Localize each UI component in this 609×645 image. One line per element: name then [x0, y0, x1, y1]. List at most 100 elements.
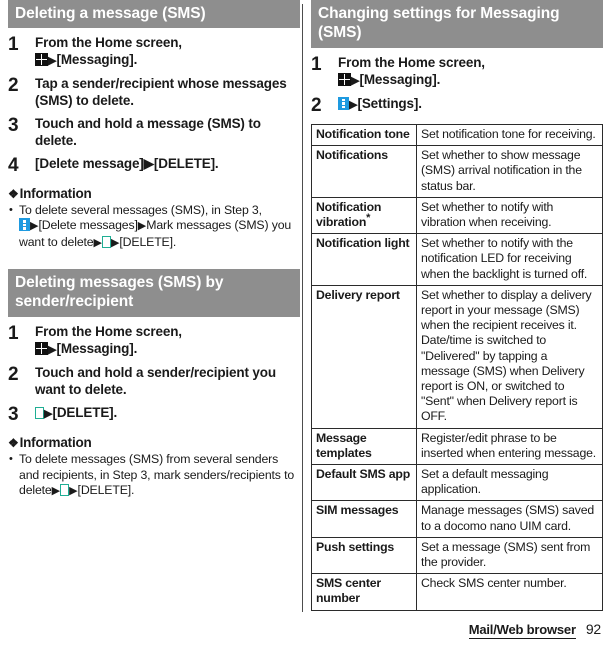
page-footer: Mail/Web browser 92	[468, 621, 601, 639]
table-row: Delivery report Set whether to display a…	[311, 284, 603, 429]
table-row: Notification tone Set notification tone …	[311, 123, 603, 147]
setting-description: Check SMS center number.	[416, 573, 603, 611]
information-list: To delete several messages (SMS), in Ste…	[8, 202, 300, 251]
table-row: Push settings Set a message (SMS) sent f…	[311, 536, 603, 575]
left-column: Deleting a message (SMS) 1 From the Home…	[8, 0, 300, 499]
section-heading-changing-settings: Changing settings for Messaging (SMS)	[311, 0, 603, 48]
step-number: 2	[311, 95, 322, 116]
setting-name: Notifications	[311, 145, 417, 198]
list-item: To delete several messages (SMS), in Ste…	[8, 202, 300, 251]
setting-name: Push settings	[311, 536, 417, 575]
step-text: From the Home screen, ▶[Messaging].	[338, 55, 603, 89]
step-text-line1: From the Home screen,	[35, 324, 182, 340]
step-number: 1	[311, 54, 322, 75]
setting-name: Delivery report	[311, 284, 417, 429]
step-item: 2 Touch and hold a sender/recipient you …	[8, 365, 300, 398]
step-number: 3	[8, 404, 19, 426]
setting-description: Register/edit phrase to be inserted when…	[416, 427, 603, 466]
grid-icon	[338, 72, 351, 86]
step-item: 3 Touch and hold a message (SMS) to dele…	[8, 116, 300, 149]
setting-description: Set whether to show message (SMS) arriva…	[416, 145, 603, 198]
setting-name: Notification light	[311, 233, 417, 286]
step-number: 4	[8, 155, 19, 176]
setting-name: Notification tone	[311, 123, 417, 147]
table-row: Default SMS app Set a default messaging …	[311, 464, 603, 502]
right-column: Changing settings for Messaging (SMS) 1 …	[311, 0, 603, 611]
setting-name-label: Notification vibration	[316, 199, 382, 230]
table-row: SMS center number Check SMS center numbe…	[311, 573, 603, 611]
column-divider	[302, 4, 303, 612]
setting-description: Set notification tone for receiving.	[416, 123, 603, 147]
step-text-line1: [Settings].	[357, 96, 422, 111]
step-text-line1: [DELETE].	[52, 405, 118, 421]
information-heading: ❖Information	[8, 186, 300, 201]
info-text-part4: [DELETE].	[119, 234, 177, 249]
setting-description: Set a default messaging application.	[416, 464, 603, 502]
step-text: Touch and hold a message (SMS) to delete…	[35, 116, 261, 148]
setting-name: SIM messages	[311, 500, 417, 538]
step-item: 1 From the Home screen, ▶[Messaging].	[8, 324, 300, 358]
step-item: 1 From the Home screen, ▶[Messaging].	[311, 55, 603, 89]
setting-description: Set whether to notify with vibration whe…	[416, 196, 603, 235]
arrow-icon: ▶	[69, 485, 78, 498]
setting-name: Message templates	[311, 427, 417, 466]
step-number: 3	[8, 115, 19, 136]
information-heading-label: Information	[19, 186, 92, 201]
list-item: To delete messages (SMS) from several se…	[8, 452, 300, 499]
table-row: Message templates Register/edit phrase t…	[311, 427, 603, 466]
trash-icon	[60, 484, 70, 497]
step-number: 1	[8, 323, 19, 345]
step-number: 2	[8, 75, 19, 96]
arrow-icon: ▶	[51, 485, 61, 498]
grid-icon	[35, 52, 48, 66]
step-text: [Delete message]▶[DELETE].	[35, 156, 219, 171]
table-row: Notification light Set whether to notify…	[311, 233, 603, 286]
grid-icon	[35, 341, 48, 355]
info-text-part2: [Delete messages]	[38, 218, 138, 233]
step-number: 1	[8, 34, 19, 55]
setting-description: Set whether to display a delivery report…	[416, 284, 603, 429]
step-text: ▶[Settings].	[338, 96, 603, 114]
step-text-line1: From the Home screen,	[35, 35, 182, 50]
settings-table-body: Notification tone Set notification tone …	[311, 123, 603, 611]
section-heading-deleting-messages-by-sender: Deleting messages (SMS) by sender/recipi…	[8, 269, 300, 318]
info-text-part2: [DELETE].	[77, 483, 135, 498]
footer-chapter-label: Mail/Web browser	[468, 622, 576, 639]
step-number: 2	[8, 364, 19, 386]
setting-name: SMS center number	[311, 573, 417, 611]
section-heading-deleting-a-message: Deleting a message (SMS)	[8, 0, 300, 28]
information-list: To delete messages (SMS) from several se…	[8, 452, 300, 499]
step-item: 4 [Delete message]▶[DELETE].	[8, 156, 300, 175]
vertical-dots-icon	[338, 97, 349, 110]
information-heading-label: Information	[19, 435, 92, 451]
manual-page: Deleting a message (SMS) 1 From the Home…	[0, 0, 609, 645]
step-text-line2: [Messaging].	[56, 51, 138, 67]
setting-name: Default SMS app	[311, 464, 417, 502]
step-item: 2 Tap a sender/recipient whose messages …	[8, 76, 300, 109]
asterisk-marker: *	[366, 211, 371, 224]
step-text: From the Home screen, ▶[Messaging].	[35, 35, 300, 69]
arrow-icon: ▶	[137, 220, 147, 233]
step-text: Tap a sender/recipient whose messages (S…	[35, 76, 287, 108]
setting-description: Set a message (SMS) sent from the provid…	[416, 536, 603, 575]
step-item: 1 From the Home screen, ▶[Messaging].	[8, 35, 300, 69]
information-heading: ❖Information	[8, 435, 300, 450]
vertical-dots-icon	[19, 218, 30, 232]
step-item: 3 ▶[DELETE].	[8, 405, 300, 424]
step-text: ▶[DELETE].	[35, 405, 300, 423]
floret-icon: ❖	[8, 187, 19, 201]
setting-description: Set whether to notify with the notificat…	[416, 233, 603, 286]
arrow-icon: ▶	[93, 236, 102, 249]
table-row: Notifications Set whether to show messag…	[311, 145, 603, 198]
setting-description: Manage messages (SMS) saved to a docomo …	[416, 500, 603, 538]
step-text: Touch and hold a sender/recipient you wa…	[35, 365, 276, 397]
trash-icon	[101, 235, 111, 248]
step-text-line1: From the Home screen,	[338, 55, 485, 70]
step-text-line2: [Messaging].	[359, 71, 441, 87]
step-text: From the Home screen, ▶[Messaging].	[35, 324, 300, 358]
step-item: 2 ▶[Settings].	[311, 96, 603, 115]
settings-table: Notification tone Set notification tone …	[311, 123, 603, 611]
step-text-line2: [Messaging].	[56, 340, 138, 356]
info-text-part1: To delete several messages (SMS), in Ste…	[19, 203, 262, 217]
